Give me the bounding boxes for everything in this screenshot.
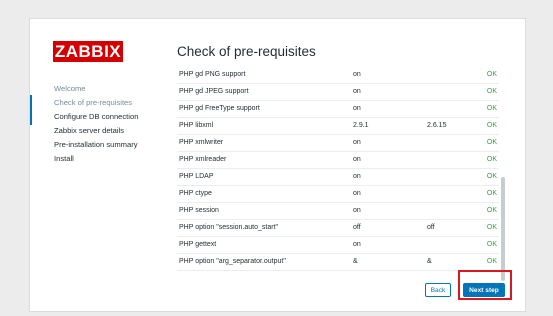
current-value: on: [353, 173, 361, 180]
status-ok: OK: [486, 88, 497, 95]
wizard-steps: Welcome Check of pre-requisites Configur…: [30, 82, 170, 166]
requirement-name: PHP libxml: [179, 122, 214, 129]
required-value: 2.6.15: [427, 122, 447, 129]
page-title: Check of pre-requisites: [177, 44, 316, 59]
requirement-name: PHP option "session.auto_start": [179, 224, 279, 231]
required-value: [427, 202, 473, 219]
step-configure-db: Configure DB connection: [54, 112, 139, 121]
current-value: on: [353, 139, 361, 146]
status-ok: OK: [486, 139, 497, 146]
prerequisites-table-container[interactable]: PHP gd PNG support on OK PHP gd JPEG sup…: [177, 66, 499, 288]
required-value: [427, 66, 473, 83]
required-value: [427, 236, 473, 253]
requirement-name: PHP gd PNG support: [179, 70, 246, 78]
status-ok: OK: [486, 70, 497, 78]
required-value: [427, 100, 473, 117]
requirement-name: PHP option "arg_separator.output": [179, 258, 286, 265]
table-row: PHP libxml 2.9.1 2.6.15 OK: [177, 117, 499, 134]
step-preinstall-summary: Pre-installation summary: [54, 140, 138, 149]
status-ok: OK: [486, 122, 497, 129]
requirement-name: PHP gd JPEG support: [179, 88, 249, 95]
current-value: on: [353, 241, 361, 248]
required-value: off: [427, 224, 435, 231]
requirement-name: PHP LDAP: [179, 173, 214, 180]
zabbix-logo: ZABBIX: [53, 41, 123, 62]
back-button[interactable]: Back: [425, 283, 451, 297]
table-row: PHP gd JPEG support on OK: [177, 83, 499, 100]
table-row: PHP LDAP on OK: [177, 168, 499, 185]
step-check-prerequisites: Check of pre-requisites: [30, 95, 170, 125]
status-ok: OK: [486, 258, 497, 265]
current-value: on: [353, 190, 361, 197]
current-value: on: [353, 105, 361, 112]
current-value: on: [353, 88, 361, 95]
required-value: [427, 134, 473, 151]
table-row: PHP gd PNG support on OK: [177, 66, 499, 83]
table-row: PHP xmlreader on OK: [177, 151, 499, 168]
table-row: PHP ctype on OK: [177, 185, 499, 202]
required-value: [427, 151, 473, 168]
requirement-name: PHP xmlwriter: [179, 139, 224, 146]
current-value: on: [353, 207, 361, 214]
required-value: [427, 168, 473, 185]
table-row: PHP option "arg_separator.output" & & OK: [177, 253, 499, 270]
requirement-name: PHP gettext: [179, 241, 217, 248]
table-row: PHP session on OK: [177, 202, 499, 219]
step-welcome: Welcome: [54, 84, 86, 93]
current-value: 2.9.1: [353, 122, 369, 129]
table-row: PHP option "session.auto_start" off off …: [177, 219, 499, 236]
status-ok: OK: [486, 156, 497, 163]
prerequisites-table: PHP gd PNG support on OK PHP gd JPEG sup…: [177, 66, 499, 271]
status-ok: OK: [486, 207, 497, 214]
requirement-name: PHP gd FreeType support: [179, 105, 260, 112]
status-ok: OK: [486, 105, 497, 112]
requirement-name: PHP session: [179, 207, 219, 214]
step-install: Install: [54, 154, 74, 163]
required-value: [427, 83, 473, 100]
table-scrollbar-thumb[interactable]: [501, 177, 505, 281]
current-value: on: [353, 156, 361, 163]
table-row: PHP gettext on OK: [177, 236, 499, 253]
table-row: PHP gd FreeType support on OK: [177, 100, 499, 117]
status-ok: OK: [486, 173, 497, 180]
status-ok: OK: [486, 190, 497, 197]
current-value: off: [353, 224, 361, 231]
setup-wizard-card: ZABBIX Welcome Check of pre-requisites C…: [29, 18, 526, 312]
status-ok: OK: [486, 241, 497, 248]
step-server-details: Zabbix server details: [54, 126, 125, 135]
required-value: &: [427, 258, 432, 265]
current-value: on: [353, 70, 361, 78]
table-row: PHP xmlwriter on OK: [177, 134, 499, 151]
requirement-name: PHP ctype: [179, 190, 212, 197]
current-value: &: [353, 258, 358, 265]
status-ok: OK: [486, 224, 497, 231]
requirement-name: PHP xmlreader: [179, 156, 227, 163]
annotation-highlight-box: [458, 270, 512, 300]
required-value: [427, 185, 473, 202]
